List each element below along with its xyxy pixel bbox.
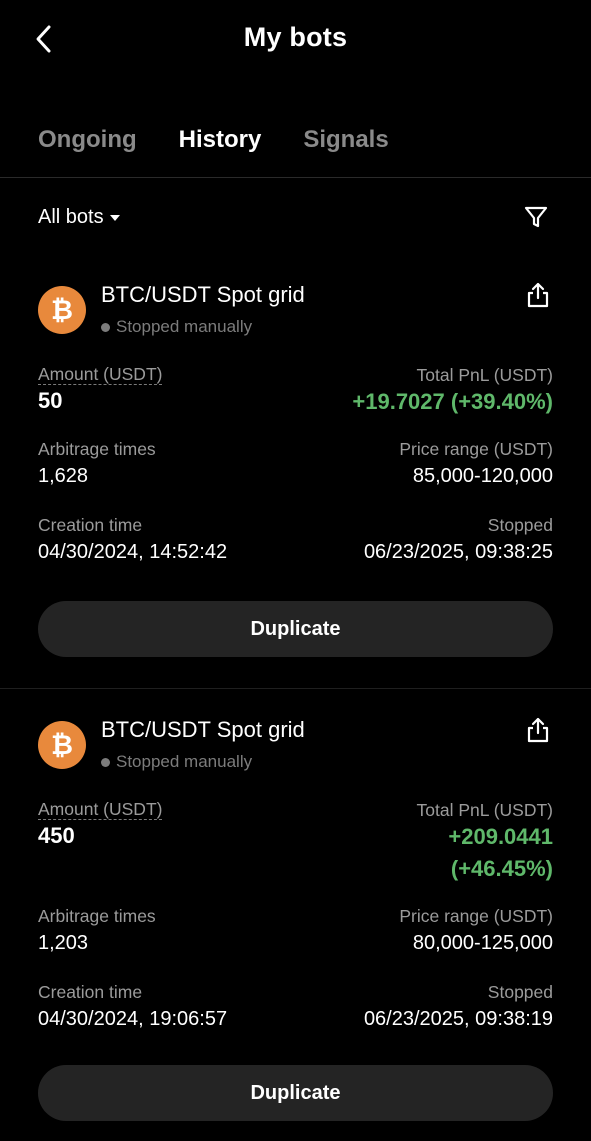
duplicate-button[interactable]: Duplicate [38,1065,553,1121]
tab-signals[interactable]: Signals [303,126,388,154]
card-divider [0,688,591,689]
bot-type-label: All bots [38,205,104,228]
btc-symbol: ₿ [50,729,73,761]
btc-icon: ₿ [38,721,86,769]
arbitrage-value: 1,203 [38,932,89,954]
bot-card-header: ₿ BTC/USDT Spot grid Stopped manually [38,280,553,348]
stopped-value: 06/23/2025, 09:38:19 [363,1008,553,1030]
status-dot-icon [101,757,110,767]
price-range-value: 80,000-125,000 [412,932,553,954]
share-icon [527,282,549,308]
btc-icon: ₿ [38,286,86,334]
amount-pnl-row: Amount (USDT) 450 Total PnL (USDT) +209.… [38,799,553,883]
amount-label[interactable]: Amount (USDT) [38,799,163,820]
tab-ongoing[interactable]: Ongoing [38,126,137,154]
bot-card-header: ₿ BTC/USDT Spot grid Stopped manually [38,715,553,783]
stopped-value: 06/23/2025, 09:38:25 [363,541,553,563]
bot-status-text: Stopped manually [116,752,253,771]
arbitrage-label: Arbitrage times [38,439,156,459]
arb-range-row: Arbitrage times 1,628 Price range (USDT)… [38,438,553,490]
pnl-value: +209.0441 [448,824,553,849]
page-title: My bots [243,22,348,52]
time-row: Creation time 04/30/2024, 14:52:42 Stopp… [38,514,553,566]
btc-symbol: ₿ [50,294,73,326]
time-row: Creation time 04/30/2024, 19:06:57 Stopp… [38,981,553,1033]
pnl-label: Total PnL (USDT) [416,800,553,820]
stopped-label: Stopped [487,982,553,1002]
creation-time-label: Creation time [38,515,143,535]
amount-pnl-row: Amount (USDT) 50 Total PnL (USDT) +19.70… [38,364,553,416]
amount-label[interactable]: Amount (USDT) [38,364,163,385]
stopped-label: Stopped [487,515,553,535]
tabs-divider [0,177,591,178]
share-button[interactable] [523,715,553,745]
share-button[interactable] [523,280,553,310]
tab-bar: Ongoing History Signals [38,126,389,154]
amount-value: 50 [38,388,63,413]
status-dot-icon [101,322,110,332]
creation-time-label: Creation time [38,982,143,1002]
bot-card: ₿ BTC/USDT Spot grid Stopped manually Am… [38,715,553,1121]
creation-time-value: 04/30/2024, 14:52:42 [38,541,228,563]
pnl-value: +19.7027 (+39.40%) [352,389,553,414]
filter-button[interactable] [521,202,551,232]
bot-status: Stopped manually [101,752,252,772]
amount-value: 450 [38,823,75,848]
bot-type-dropdown[interactable]: All bots [38,206,120,229]
caret-down-icon [109,215,120,221]
bot-card: ₿ BTC/USDT Spot grid Stopped manually Am… [38,280,553,657]
app-header: My bots [0,0,591,80]
price-range-label: Price range (USDT) [399,906,553,926]
bot-pair-title: BTC/USDT Spot grid [101,717,305,742]
arbitrage-value: 1,628 [38,465,89,487]
price-range-value: 85,000-120,000 [412,465,553,487]
bot-status: Stopped manually [101,317,252,337]
pnl-percent: (+46.45%) [450,856,553,881]
price-range-label: Price range (USDT) [399,439,553,459]
arb-range-row: Arbitrage times 1,203 Price range (USDT)… [38,905,553,957]
pnl-label: Total PnL (USDT) [416,365,553,385]
share-icon [527,717,549,743]
arbitrage-label: Arbitrage times [38,906,156,926]
tab-history[interactable]: History [179,126,262,154]
bot-pair-title: BTC/USDT Spot grid [101,282,305,307]
filter-row: All bots [38,200,553,234]
duplicate-button[interactable]: Duplicate [38,601,553,657]
creation-time-value: 04/30/2024, 19:06:57 [38,1008,228,1030]
funnel-icon [524,206,548,228]
bot-status-text: Stopped manually [116,317,253,336]
